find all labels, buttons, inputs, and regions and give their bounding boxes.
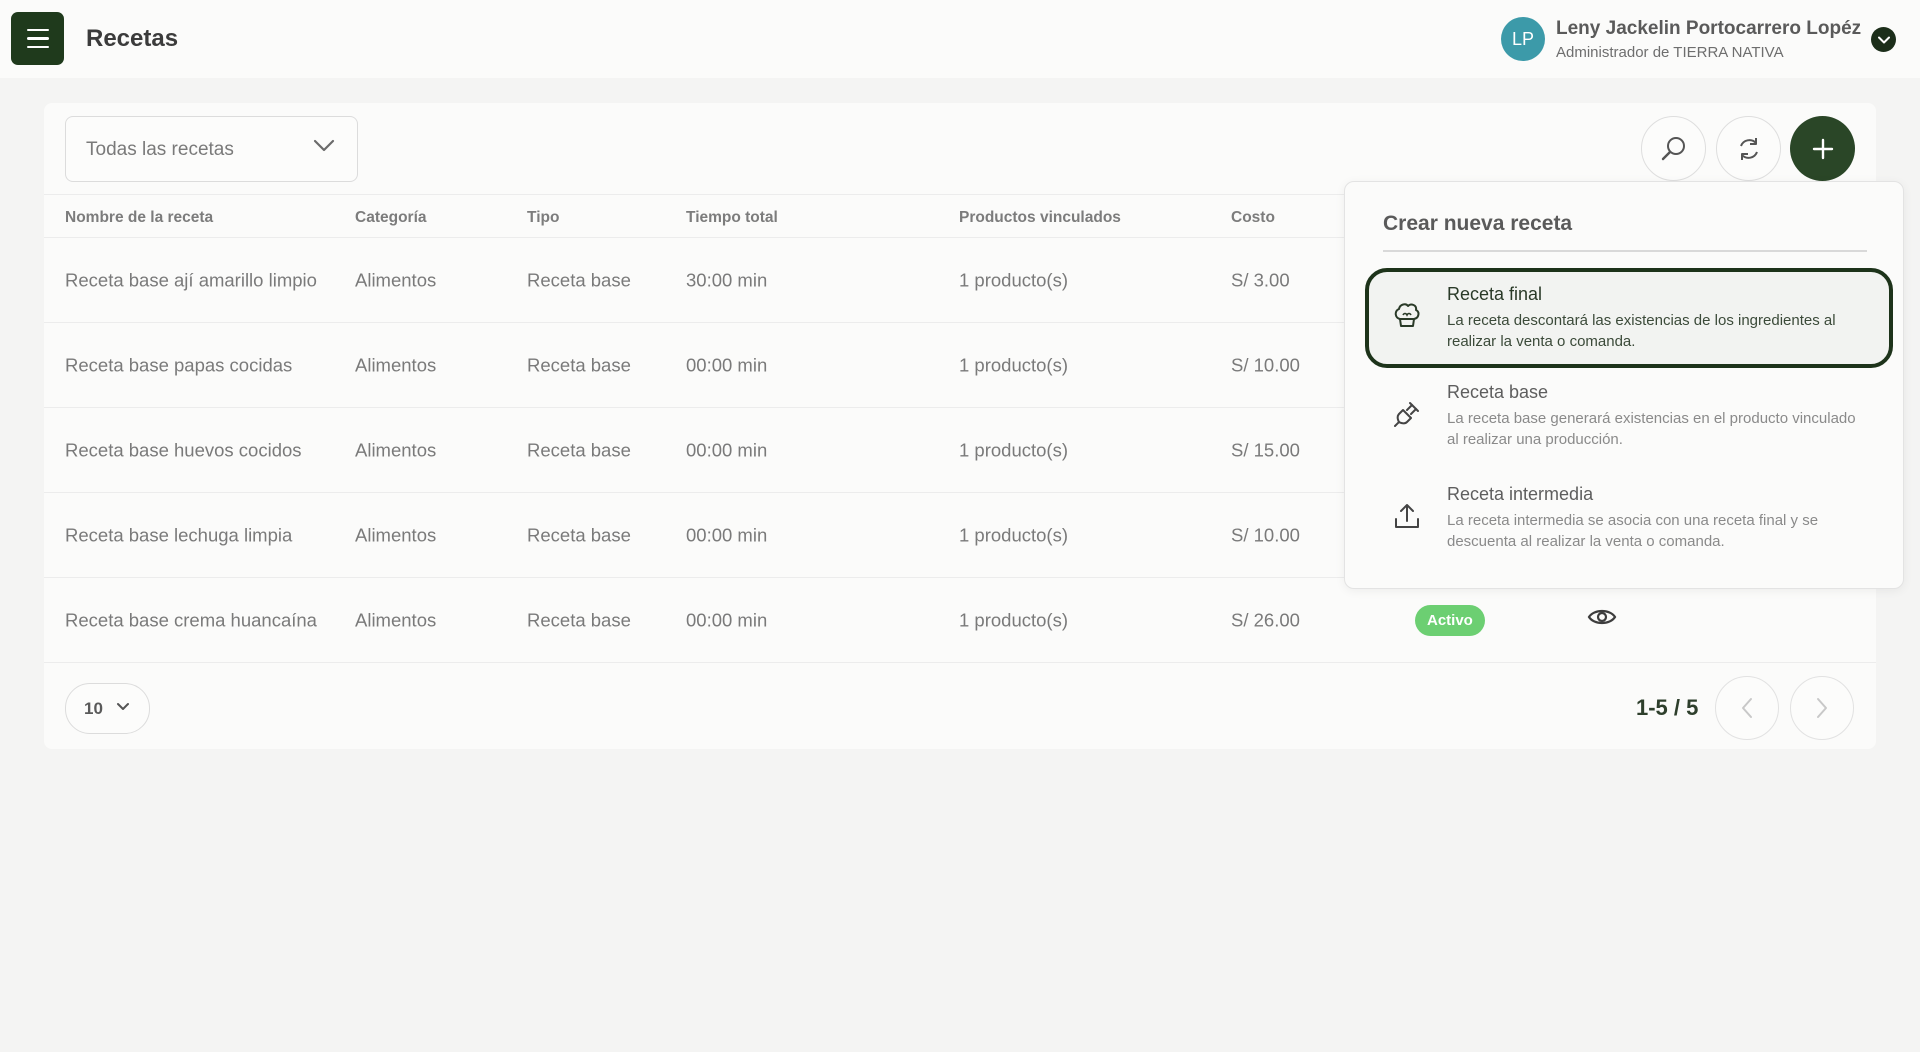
recipe-time: 00:00 min bbox=[686, 354, 768, 376]
option-receta-base[interactable]: Receta base La receta base generará exis… bbox=[1365, 368, 1893, 468]
option-title: Receta final bbox=[1447, 284, 1543, 304]
column-header[interactable]: Nombre de la receta bbox=[65, 209, 213, 227]
recipe-cost: S/ 10.00 bbox=[1231, 354, 1300, 376]
recipe-type: Receta base bbox=[527, 609, 631, 631]
next-page-button[interactable] bbox=[1790, 676, 1854, 740]
recipe-category: Alimentos bbox=[355, 269, 437, 291]
recipe-type: Receta base bbox=[527, 524, 631, 546]
recipe-name: Receta base lechuga limpia bbox=[65, 524, 293, 546]
chevron-down-icon bbox=[313, 139, 335, 152]
search-icon bbox=[1661, 136, 1685, 160]
recipe-name: Receta base huevos cocidos bbox=[65, 439, 302, 461]
recipe-cost: S/ 15.00 bbox=[1231, 439, 1300, 461]
recipe-type: Receta base bbox=[527, 269, 631, 291]
eye-icon[interactable] bbox=[1587, 606, 1617, 628]
hamburger-icon-line bbox=[26, 45, 49, 49]
search-button[interactable] bbox=[1641, 116, 1706, 181]
chevron-down-icon bbox=[117, 703, 129, 710]
recipe-time: 00:00 min bbox=[686, 524, 768, 546]
recipe-name: Receta base papas cocidas bbox=[65, 354, 293, 376]
divider bbox=[1383, 250, 1867, 252]
page-range: 1-5 / 5 bbox=[1636, 695, 1699, 720]
plug-icon bbox=[1394, 402, 1419, 427]
recipe-category: Alimentos bbox=[355, 354, 437, 376]
option-receta-final[interactable]: Receta final La receta descontará las ex… bbox=[1365, 268, 1893, 368]
recipe-cost: S/ 26.00 bbox=[1231, 609, 1300, 631]
recipe-name: Receta base ají amarillo limpio bbox=[65, 269, 317, 291]
option-title: Receta intermedia bbox=[1447, 484, 1594, 504]
hamburger-icon-line bbox=[26, 28, 49, 32]
recipe-products: 1 producto(s) bbox=[959, 524, 1068, 546]
user-name: Leny Jackelin Portocarrero Lopéz bbox=[1556, 18, 1862, 39]
option-description: La receta base generará existencias en e… bbox=[1447, 410, 1856, 448]
page-size-value: 10 bbox=[84, 699, 103, 718]
recipe-cost: S/ 3.00 bbox=[1231, 269, 1290, 291]
avatar[interactable]: LP bbox=[1501, 17, 1545, 61]
create-recipe-menu-title: Crear nueva receta bbox=[1383, 212, 1573, 235]
recipe-category: Alimentos bbox=[355, 524, 437, 546]
chevron-left-icon bbox=[1742, 698, 1752, 718]
user-role: Administrador de TIERRA NATIVA bbox=[1556, 44, 1784, 61]
recipe-time: 00:00 min bbox=[686, 609, 768, 631]
refresh-icon bbox=[1739, 137, 1758, 160]
recipe-products: 1 producto(s) bbox=[959, 609, 1068, 631]
status-badge: Activo bbox=[1415, 605, 1485, 636]
column-header[interactable]: Tipo bbox=[527, 209, 559, 227]
option-receta-intermedia[interactable]: Receta intermedia La receta intermedia s… bbox=[1365, 470, 1893, 570]
chevron-down-icon bbox=[1877, 36, 1890, 43]
recipe-products: 1 producto(s) bbox=[959, 354, 1068, 376]
add-recipe-button[interactable] bbox=[1790, 116, 1855, 181]
menu-button[interactable] bbox=[11, 12, 64, 65]
user-menu-toggle[interactable] bbox=[1871, 27, 1896, 52]
recipe-time: 00:00 min bbox=[686, 439, 768, 461]
column-header[interactable]: Productos vinculados bbox=[959, 209, 1121, 227]
option-title: Receta base bbox=[1447, 382, 1549, 402]
column-header[interactable]: Costo bbox=[1231, 209, 1275, 227]
recipe-products: 1 producto(s) bbox=[959, 269, 1068, 291]
column-header[interactable]: Categoría bbox=[355, 209, 427, 227]
recipe-filter-value: Todas las recetas bbox=[86, 139, 234, 160]
recipe-name: Receta base crema huancaína bbox=[65, 609, 317, 631]
upload-icon bbox=[1395, 504, 1419, 528]
recipe-products: 1 producto(s) bbox=[959, 439, 1068, 461]
table-row[interactable]: Receta base crema huancaína Alimentos Re… bbox=[44, 578, 1876, 663]
top-bar: Recetas LP Leny Jackelin Portocarrero Lo… bbox=[0, 0, 1920, 78]
chevron-right-icon bbox=[1817, 698, 1827, 718]
column-header[interactable]: Tiempo total bbox=[686, 209, 778, 227]
recipe-type: Receta base bbox=[527, 354, 631, 376]
recipe-time: 30:00 min bbox=[686, 269, 768, 291]
recipe-category: Alimentos bbox=[355, 439, 437, 461]
page-title: Recetas bbox=[86, 25, 179, 52]
create-recipe-menu: Crear nueva receta Receta final La recet… bbox=[1344, 181, 1904, 589]
recipe-category: Alimentos bbox=[355, 609, 437, 631]
plus-icon bbox=[1812, 138, 1833, 159]
recipe-cost: S/ 10.00 bbox=[1231, 524, 1300, 546]
option-description: La receta descontará las existencias de … bbox=[1447, 312, 1836, 350]
prev-page-button[interactable] bbox=[1715, 676, 1779, 740]
option-description: La receta intermedia se asocia con una r… bbox=[1447, 512, 1819, 550]
page-size-select[interactable]: 10 bbox=[65, 683, 150, 734]
recipe-type: Receta base bbox=[527, 439, 631, 461]
chef-hat-icon bbox=[1394, 303, 1420, 327]
recipe-filter-select[interactable]: Todas las recetas bbox=[65, 116, 358, 182]
hamburger-icon-line bbox=[26, 37, 49, 40]
refresh-button[interactable] bbox=[1716, 116, 1781, 181]
